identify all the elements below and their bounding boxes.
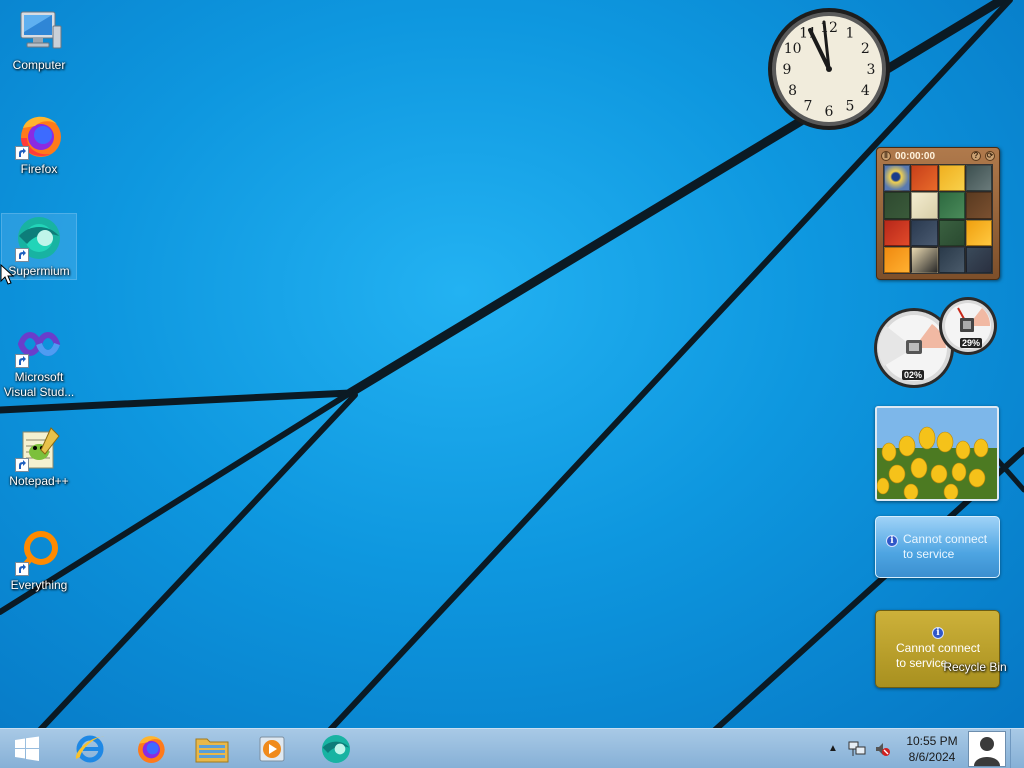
clock-numeral: 3 [867, 62, 876, 78]
puzzle-tile[interactable] [911, 246, 938, 273]
shortcut-arrow-icon [15, 354, 29, 368]
desktop-icon-everything[interactable]: Everything [2, 528, 76, 593]
clock-numeral: 1 [846, 26, 855, 42]
info-icon: i [886, 535, 898, 547]
taskbar-firefox[interactable] [122, 731, 178, 767]
currency-gadget[interactable]: i Cannot connect to service [875, 610, 1000, 688]
puzzle-help-button[interactable]: ? [971, 151, 981, 161]
weather-gadget[interactable]: i Cannot connect to service [875, 516, 1000, 578]
volume-muted-icon[interactable] [874, 741, 890, 757]
taskbar: ▲ 10:55 PM 8/6/2024 [0, 728, 1024, 768]
puzzle-tile[interactable] [965, 165, 992, 192]
start-button[interactable] [0, 731, 54, 767]
desktop-icon-firefox[interactable]: Firefox [2, 112, 76, 177]
puzzle-tile[interactable] [965, 192, 992, 219]
taskbar-internet-explorer[interactable] [62, 731, 118, 767]
shortcut-arrow-icon [15, 458, 29, 472]
desktop-icon-label: Everything [10, 578, 68, 592]
firefox-icon [15, 112, 63, 160]
shortcut-arrow-icon [15, 562, 29, 576]
puzzle-tile[interactable] [938, 246, 965, 273]
supermium-icon [322, 735, 350, 763]
memory-usage-value: 29% [960, 338, 983, 348]
info-icon: i [932, 627, 944, 639]
puzzle-tile[interactable] [884, 219, 911, 246]
tulips-image [877, 408, 997, 499]
desktop-icon-visual-studio[interactable]: Microsoft Visual Stud... [2, 320, 76, 400]
desktop[interactable]: Computer Firefox Supermium Microsoft Vis… [0, 0, 1024, 728]
clock-gadget[interactable]: 12 1 2 3 4 5 6 7 8 9 10 11 [766, 6, 892, 132]
puzzle-tile[interactable] [911, 192, 938, 219]
user-account-button[interactable] [968, 731, 1006, 767]
desktop-icon-label: Notepad++ [9, 474, 69, 488]
puzzle-tile[interactable] [884, 192, 911, 219]
clock-numeral: 7 [804, 98, 813, 114]
media-player-icon [259, 736, 285, 762]
taskbar-media-player[interactable] [244, 731, 300, 767]
puzzle-timer: 00:00:00 [895, 150, 936, 162]
desktop-icon-label: Recycle Bin [943, 660, 1007, 674]
mouse-pointer-icon [0, 264, 14, 285]
taskbar-supermium[interactable] [308, 731, 364, 767]
clock-numeral: 4 [861, 83, 870, 99]
clock-numeral: 9 [783, 62, 792, 78]
clock-numeral: 8 [788, 83, 797, 99]
clock-numeral: 2 [861, 41, 870, 57]
shortcut-arrow-icon [15, 248, 29, 262]
puzzle-tile[interactable] [938, 219, 965, 246]
taskbar-file-explorer[interactable] [184, 731, 240, 767]
puzzle-grid[interactable] [883, 164, 993, 274]
puzzle-tile[interactable] [965, 219, 992, 246]
puzzle-tile[interactable] [911, 219, 938, 246]
user-avatar-icon [974, 737, 1000, 766]
notepadpp-icon [15, 424, 63, 472]
show-hidden-icons-button[interactable]: ▲ [828, 743, 838, 754]
supermium-icon [15, 214, 63, 262]
puzzle-tile[interactable] [938, 165, 965, 192]
clock-numeral: 10 [784, 41, 802, 57]
desktop-icon-label: Firefox [20, 162, 58, 176]
clock-numeral: 6 [825, 104, 834, 120]
desktop-icon-notepadpp[interactable]: Notepad++ [2, 424, 76, 489]
cpu-meter-gadget[interactable]: 02% 29% [872, 296, 1002, 392]
slideshow-gadget[interactable] [875, 406, 999, 501]
computer-icon [15, 8, 63, 56]
internet-explorer-icon [75, 735, 104, 763]
folder-icon [195, 738, 229, 763]
network-icon[interactable] [848, 741, 866, 757]
shortcut-arrow-icon [15, 146, 29, 160]
windows-logo-icon [15, 736, 39, 761]
clock-time: 10:55 PM [906, 734, 958, 748]
visual-studio-icon [15, 320, 63, 368]
weather-error-message: Cannot connect to service [903, 532, 988, 561]
puzzle-tile[interactable] [965, 246, 992, 273]
puzzle-shuffle-button[interactable]: ⟳ [985, 151, 995, 161]
desktop-icon-label: Supermium [8, 264, 70, 278]
desktop-icon-label: Microsoft Visual Stud... [3, 370, 75, 399]
puzzle-tile[interactable] [884, 165, 911, 192]
show-desktop-button[interactable] [1010, 729, 1024, 768]
clock-numeral: 5 [846, 98, 855, 114]
picture-puzzle-gadget[interactable]: ‖ 00:00:00 ? ⟳ [876, 147, 1000, 280]
puzzle-tile[interactable] [884, 246, 911, 273]
desktop-icon-label: Computer [12, 58, 66, 72]
desktop-icon-recycle-bin[interactable]: Recycle Bin [942, 660, 1008, 674]
clock-date: 8/6/2024 [908, 750, 956, 764]
desktop-icon-computer[interactable]: Computer [2, 8, 76, 73]
everything-icon [15, 528, 63, 576]
firefox-icon [138, 736, 165, 763]
puzzle-tile[interactable] [938, 192, 965, 219]
puzzle-pause-button[interactable]: ‖ [881, 151, 891, 161]
cpu-usage-value: 02% [902, 370, 925, 380]
taskbar-clock[interactable]: 10:55 PM 8/6/2024 [898, 733, 966, 765]
puzzle-tile[interactable] [911, 165, 938, 192]
